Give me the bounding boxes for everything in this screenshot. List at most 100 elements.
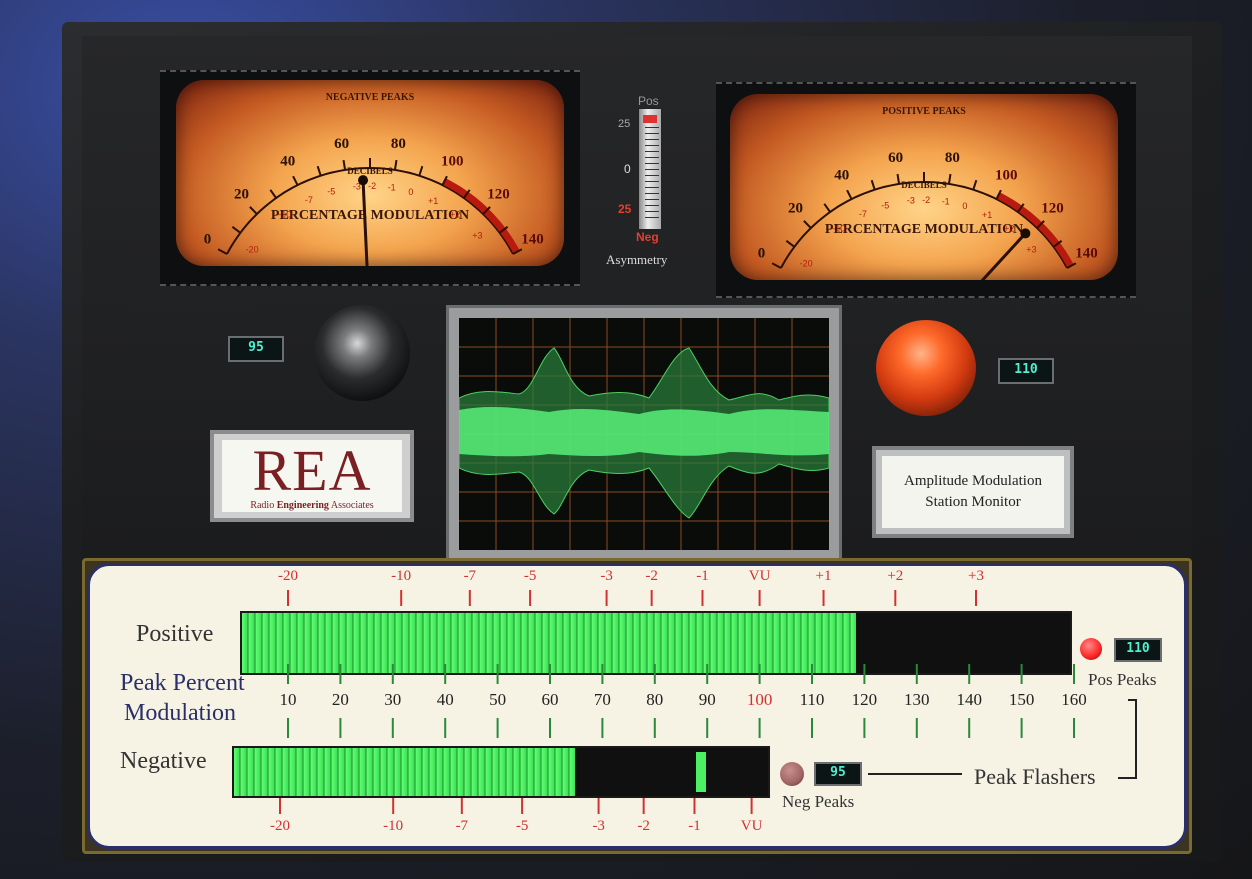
- meter-needle-tip: [1020, 228, 1031, 239]
- scope-waveform: [458, 318, 830, 550]
- percent-scale-label: 120: [851, 690, 878, 709]
- title-line-2: Station Monitor: [925, 494, 1021, 510]
- pos-peak-value: 110: [1114, 638, 1162, 662]
- meter-db-label: -10: [832, 224, 845, 234]
- top-db-label: -3: [600, 568, 613, 584]
- meter-db-label: +1: [982, 210, 992, 220]
- meter-tick: [342, 159, 347, 171]
- percent-scale-label: 80: [646, 690, 664, 709]
- meter-needle-tip: [358, 175, 369, 186]
- top-db-label: -20: [278, 568, 298, 584]
- meter-tick: [292, 175, 299, 186]
- meter-tick: [393, 159, 398, 171]
- neg-peak-readout: 95: [228, 336, 284, 362]
- meter-db-label: -5: [327, 186, 335, 196]
- meter-tick: [418, 165, 424, 176]
- pos-peaks-label: Pos Peaks: [1088, 670, 1157, 689]
- meter-db-label: +3: [1026, 245, 1036, 255]
- meter-scale-label: 40: [834, 167, 849, 183]
- percent-scale-label: 90: [698, 690, 716, 709]
- percent-scale-label: 60: [541, 690, 559, 709]
- meter-db-label: -1: [942, 197, 950, 207]
- meter-db-label: -3: [907, 196, 915, 206]
- neg-peaks-meter: NEGATIVE PEAKS DECIBELS PERCENTAGE MODUL…: [176, 80, 564, 266]
- percent-scale-label: 140: [956, 690, 982, 709]
- percent-scale-label: 130: [904, 690, 930, 709]
- pos-peak-readout: 110: [998, 358, 1054, 384]
- meter-tick: [269, 189, 277, 199]
- asymmetry-ticks: [645, 127, 659, 219]
- meter-db-label: +2: [1004, 224, 1014, 234]
- peak-flashers-label: Peak Flashers: [974, 764, 1096, 789]
- pos-peak-led: [1080, 638, 1102, 660]
- bottom-db-label: -7: [455, 818, 469, 834]
- rea-tag-engineering: Engineering: [276, 500, 329, 511]
- meter-db-label: -5: [881, 200, 889, 210]
- neg-peaks-label: Neg Peaks: [782, 792, 855, 811]
- percent-scale-label: 150: [1008, 690, 1035, 709]
- asymmetry-label: Asymmetry: [606, 252, 668, 267]
- neg-peak-value: 95: [814, 762, 862, 786]
- meter-tick: [217, 248, 228, 255]
- meter-scale-label: 140: [1075, 246, 1098, 262]
- top-db-label: +2: [887, 568, 904, 584]
- neg-meter-scale: 0204060 80100120140-20-10-7-5 -3 -2 -1 0+1+2+…: [204, 136, 544, 266]
- bottom-db-label: VU: [740, 818, 763, 834]
- percent-scale-label: 160: [1061, 690, 1087, 709]
- meter-scale-label: 100: [995, 167, 1018, 183]
- top-db-label: -2: [645, 568, 658, 584]
- bottom-db-label: -2: [637, 818, 650, 834]
- meter-db-label: -20: [246, 245, 259, 255]
- percent-scale-label: 20: [331, 690, 349, 709]
- meter-scale-label: 0: [204, 232, 212, 248]
- meter-scale-label: 80: [945, 150, 960, 166]
- meter-scale-label: 80: [391, 136, 406, 152]
- bottom-db-label: -10: [383, 818, 404, 834]
- asym-pos-label: Pos: [638, 94, 659, 108]
- meter-db-label: +3: [472, 231, 482, 241]
- meter-tick: [823, 203, 831, 213]
- meter-db-label: -2: [368, 181, 376, 191]
- pos-peak-lamp[interactable]: [876, 320, 976, 416]
- percent-scale-label: 40: [436, 690, 454, 709]
- meter-scale-label: 140: [521, 232, 544, 248]
- top-db-label: -10: [391, 568, 412, 584]
- meter-tick: [316, 165, 322, 176]
- meter-scale-label: 60: [334, 136, 349, 152]
- pos-meter-scale: 0204060 80100120140-20-10-7-5 -3 -2 -1 0+1+2+…: [758, 150, 1098, 280]
- rea-tag-associates: Associates: [330, 500, 374, 511]
- percent-scale-label: 110: [799, 690, 825, 709]
- meter-scale-label: 20: [788, 200, 803, 216]
- pos-peaks-meter: POSITIVE PEAKS DECIBELS PERCENTAGE MODUL…: [730, 94, 1118, 280]
- asym-neg-label: Neg: [636, 230, 659, 244]
- mid-label-2: Modulation: [124, 700, 236, 726]
- top-db-label: +1: [815, 568, 832, 584]
- top-db-label: -1: [696, 568, 709, 584]
- rea-tag-radio: Radio: [250, 500, 275, 511]
- meter-tick: [846, 189, 853, 200]
- meter-tick: [771, 262, 782, 269]
- asymmetry-fill: [643, 115, 657, 123]
- meter-db-label: 0: [962, 201, 967, 211]
- title-line-1: Amplitude Modulation: [904, 473, 1042, 489]
- meter-scale-label: 120: [487, 186, 510, 202]
- meter-db-label: -7: [859, 209, 867, 219]
- meter-tick: [249, 206, 258, 215]
- neg-peak-led: [780, 762, 804, 786]
- mid-label-1: Peak Percent: [120, 670, 245, 696]
- meter-db-label: -1: [388, 183, 396, 193]
- meter-db-label: -7: [305, 195, 313, 205]
- negative-bar-track: [232, 746, 770, 798]
- rea-tagline: Radio Engineering Associates: [222, 500, 402, 511]
- positive-label: Positive: [136, 621, 214, 647]
- top-db-label: -5: [523, 568, 537, 584]
- meter-tick: [972, 179, 978, 190]
- positive-bar-fill: [242, 613, 856, 673]
- asymmetry-tube: [638, 108, 662, 230]
- meter-scale-label: 0: [758, 246, 766, 262]
- asymmetry-indicator: Pos 25 0 25 Neg: [616, 94, 674, 246]
- meter-needle: [980, 232, 1027, 280]
- top-db-label: VU: [748, 568, 771, 584]
- negative-bar-fill: [234, 748, 576, 796]
- neg-peak-knob[interactable]: [314, 305, 410, 401]
